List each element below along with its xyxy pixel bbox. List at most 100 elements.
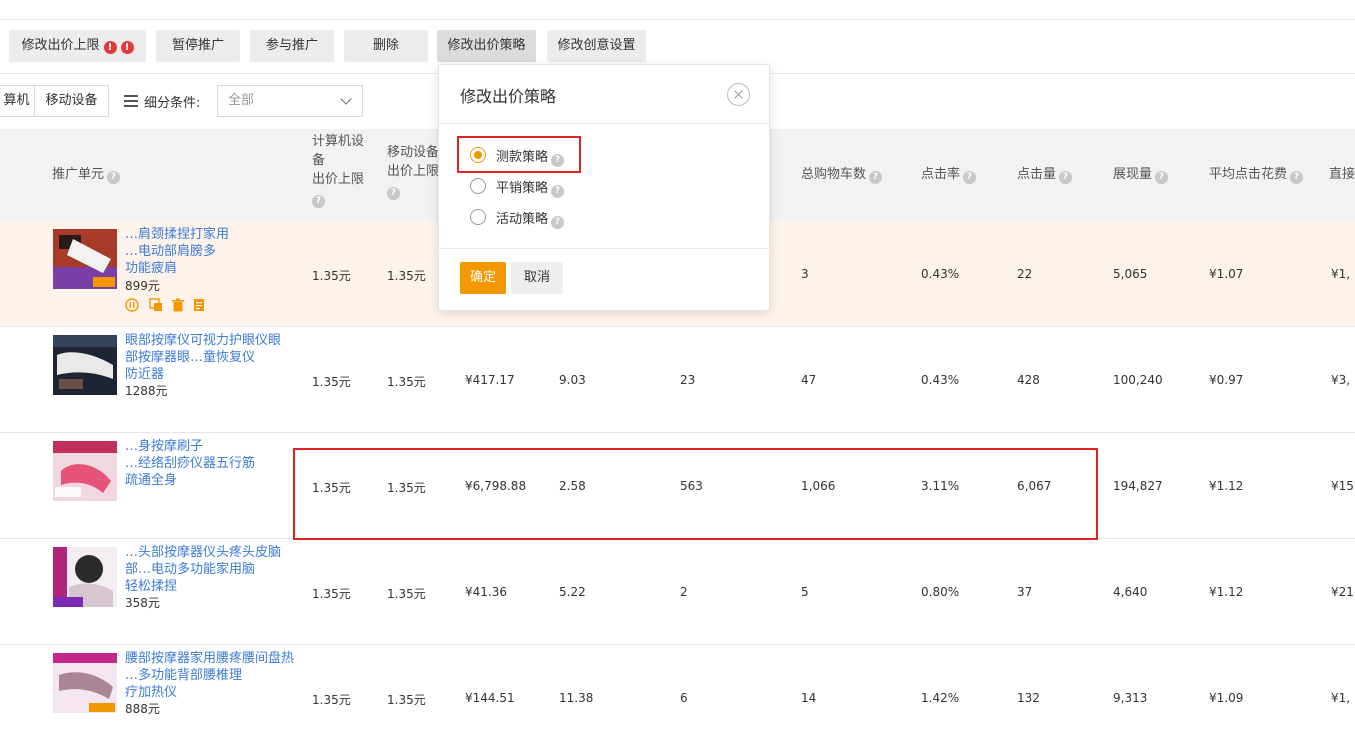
mobile-bid-cell[interactable]: 1.35元 <box>387 373 426 390</box>
orders-cell: 6 <box>680 691 688 705</box>
orders-cell: 563 <box>680 479 703 493</box>
spend-cell: ¥144.51 <box>465 691 515 705</box>
clicks-cell: 22 <box>1017 267 1033 281</box>
cart-cell: 14 <box>801 691 817 705</box>
device-tab-computer[interactable]: 算机 <box>0 85 35 117</box>
product-price: 899元 <box>125 279 160 293</box>
mobile-bid-cell[interactable]: 1.35元 <box>387 267 426 284</box>
impressions-cell: 100,240 <box>1113 373 1163 387</box>
edit-bid-limit-label: 修改出价上限 <box>21 38 100 53</box>
header-direct: 直接 <box>1329 167 1355 182</box>
popover-divider <box>439 123 769 124</box>
orders-cell: 2 <box>680 585 688 599</box>
cart-cell: 47 <box>801 373 817 387</box>
ctr-cell: 0.43% <box>921 373 960 387</box>
radio-unselected[interactable] <box>470 209 486 225</box>
avg-cpc-cell: ¥1.12 <box>1209 479 1244 493</box>
mobile-bid-cell[interactable]: 1.35元 <box>387 585 426 602</box>
join-promotion-button[interactable]: 参与推广 <box>250 30 334 62</box>
avg-cpc-cell: ¥1.09 <box>1209 691 1244 705</box>
help-icon[interactable]: ? <box>387 187 400 200</box>
product-thumbnail[interactable] <box>53 229 117 289</box>
impressions-cell: 194,827 <box>1113 479 1163 493</box>
table-row: …头部按摩器仪头疼头皮脑 部…电动多功能家用脑 轻松揉捏 358元 1.35元 … <box>0 539 1355 645</box>
warning-icon: ! <box>120 41 134 54</box>
product-title-link[interactable]: 腰部按摩器家用腰疼腰间盘热 …多功能背部腰椎理 疗加热仪 <box>125 650 300 701</box>
pc-bid-cell[interactable]: 1.35元 <box>312 373 351 390</box>
edit-bid-strategy-button[interactable]: 修改出价策略 <box>437 30 536 62</box>
product-thumbnail[interactable] <box>53 547 117 607</box>
spend-cell: ¥41.36 <box>465 585 507 599</box>
pc-bid-cell[interactable]: 1.35元 <box>312 585 351 602</box>
product-title-link[interactable]: …肩颈揉捏打家用 …电动部肩膀多 功能疲肩 <box>125 226 300 277</box>
help-icon[interactable]: ? <box>1059 171 1073 184</box>
product-title-link[interactable]: …身按摩刷子 …经络刮痧仪器五行筋 疏通全身 <box>125 438 300 489</box>
segment-condition-label: 细分条件: <box>144 96 201 111</box>
device-tab-mobile[interactable]: 移动设备 <box>34 85 109 117</box>
clicks-cell: 132 <box>1017 691 1040 705</box>
help-icon[interactable]: ? <box>963 171 977 184</box>
radio-unselected[interactable] <box>470 178 486 194</box>
header-impressions: 展现量? <box>1113 165 1169 184</box>
header-mobile-bid: 移动设备 出价上限 ? <box>387 145 440 200</box>
clicks-cell: 6,067 <box>1017 479 1052 493</box>
pc-bid-cell[interactable]: 1.35元 <box>312 479 351 496</box>
radio-selected[interactable] <box>470 147 486 163</box>
header-unit: 推广单元? <box>52 165 121 184</box>
impressions-cell: 5,065 <box>1113 267 1148 281</box>
bid-strategy-popover: 修改出价策略 测款策略? 平销策略? 活动策略? 确定 取消 <box>438 64 770 311</box>
help-icon[interactable]: ? <box>551 216 565 229</box>
product-title-link[interactable]: 眼部按摩仪可视力护眼仪眼 部按摩器眼…童恢复仪 防近器 <box>125 332 300 383</box>
avg-cpc-cell: ¥1.12 <box>1209 585 1244 599</box>
clicks-cell: 428 <box>1017 373 1040 387</box>
edit-creative-settings-button[interactable]: 修改创意设置 <box>547 30 646 62</box>
roi-cell: 2.58 <box>559 479 586 493</box>
cancel-button[interactable]: 取消 <box>511 262 563 294</box>
product-thumbnail[interactable] <box>53 653 117 713</box>
impressions-cell: 9,313 <box>1113 691 1148 705</box>
help-icon[interactable]: ? <box>1155 171 1169 184</box>
mobile-bid-cell[interactable]: 1.35元 <box>387 479 426 496</box>
product-thumbnail[interactable] <box>53 335 117 395</box>
help-icon[interactable]: ? <box>551 154 565 167</box>
ctr-cell: 0.43% <box>921 267 960 281</box>
chevron-down-icon <box>340 93 352 105</box>
segment-condition-select[interactable]: 全部 <box>217 85 363 117</box>
spend-cell: ¥417.17 <box>465 373 515 387</box>
pause-promotion-button[interactable]: 暂停推广 <box>156 30 240 62</box>
close-icon[interactable] <box>727 83 750 106</box>
table-row: 眼部按摩仪可视力护眼仪眼 部按摩器眼…童恢复仪 防近器 1288元 1.35元 … <box>0 327 1355 433</box>
ctr-cell: 0.80% <box>921 585 960 599</box>
pc-bid-cell[interactable]: 1.35元 <box>312 691 351 708</box>
popover-divider <box>439 248 769 249</box>
help-icon[interactable]: ? <box>312 195 325 208</box>
help-icon[interactable]: ? <box>107 171 121 184</box>
product-thumbnail[interactable] <box>53 441 117 501</box>
help-icon[interactable]: ? <box>1290 171 1304 184</box>
roi-cell: 11.38 <box>559 691 594 705</box>
roi-cell: 5.22 <box>559 585 586 599</box>
trash-icon[interactable] <box>171 298 185 312</box>
pc-bid-cell[interactable]: 1.35元 <box>312 267 351 284</box>
cart-cell: 5 <box>801 585 809 599</box>
product-price: 1288元 <box>125 384 168 398</box>
orders-cell: 23 <box>680 373 696 387</box>
mobile-bid-cell[interactable]: 1.35元 <box>387 691 426 708</box>
header-clicks: 点击量? <box>1017 165 1073 184</box>
confirm-button[interactable]: 确定 <box>460 262 506 294</box>
header-ctr: 点击率? <box>921 165 977 184</box>
edit-bid-limit-button[interactable]: 修改出价上限!! <box>9 30 146 62</box>
product-title-link[interactable]: …头部按摩器仪头疼头皮脑 部…电动多功能家用脑 轻松揉捏 <box>125 544 300 595</box>
direct-cell: ¥21 <box>1331 585 1354 599</box>
help-icon[interactable]: ? <box>869 171 883 184</box>
top-divider <box>0 19 1355 20</box>
list-icon <box>124 95 138 107</box>
table-row: 腰部按摩器家用腰疼腰间盘热 …多功能背部腰椎理 疗加热仪 888元 1.35元 … <box>0 645 1355 738</box>
copy-icon[interactable] <box>149 298 163 312</box>
help-icon[interactable]: ? <box>551 185 565 198</box>
direct-cell: ¥3, <box>1331 373 1351 387</box>
pause-icon[interactable] <box>125 298 139 312</box>
delete-button[interactable]: 删除 <box>344 30 428 62</box>
cart-cell: 1,066 <box>801 479 836 493</box>
report-icon[interactable] <box>192 298 206 312</box>
